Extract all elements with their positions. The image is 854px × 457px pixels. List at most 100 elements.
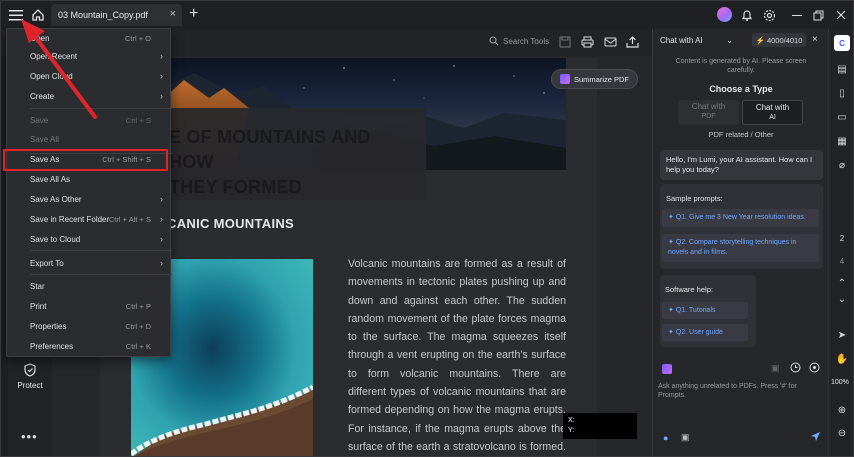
summarize-pdf-label: Summarize PDF [573, 74, 629, 84]
page-current[interactable]: 2 [834, 230, 850, 246]
attach-image-icon[interactable]: ▣ [681, 432, 690, 443]
search-icon [489, 36, 499, 46]
menu-item-save-in-recent-folder[interactable]: Save in Recent Folder Ctrl + Alt + S › [7, 210, 172, 228]
mail-icon[interactable] [604, 36, 617, 50]
coord-y: Y: [568, 427, 575, 434]
sample-prompt-1-label: Q1. Give me 3 New Year resolution ideas. [675, 214, 806, 221]
menu-item-label: Create [30, 91, 55, 101]
token-count: 4000/4010 [766, 35, 803, 45]
zoom-in-icon[interactable]: ⊕ [834, 402, 850, 418]
menu-item-label: Save All As [30, 174, 71, 184]
menu-item-save-to-cloud[interactable]: Save to Cloud › [7, 230, 172, 248]
menu-item-save[interactable]: Save Ctrl + S [7, 111, 172, 129]
avatar[interactable] [717, 7, 732, 22]
chat-input[interactable]: Ask anything unrelated to PDFs. Press '#… [658, 382, 818, 400]
token-counter: ⚡ 4000/4010 [752, 33, 806, 47]
menu-item-save-all-as[interactable]: Save All As [7, 170, 172, 188]
gear-icon[interactable] [761, 7, 777, 23]
chevron-right-icon: › [160, 194, 163, 204]
close-window-icon[interactable] [833, 7, 849, 23]
menu-item-export-to[interactable]: Export To › [7, 254, 172, 272]
tab-title: 03 Mountain_Copy.pdf [58, 10, 148, 20]
chevron-down-icon[interactable]: ⌄ [834, 291, 850, 307]
send-icon[interactable] [810, 431, 821, 444]
share-icon[interactable] [626, 35, 639, 50]
mode-select-value: Chat with AI [660, 36, 703, 45]
new-tab-button[interactable]: + [189, 5, 198, 23]
tab-close-icon[interactable]: × [170, 8, 176, 20]
help-tutorials[interactable]: ✦ Q1. Tutorials [662, 302, 748, 319]
restore-icon[interactable] [810, 7, 826, 23]
menu-item-preferences[interactable]: Preferences Ctrl + K [7, 337, 172, 355]
body-paragraph: Volcanic mountains are formed as a resul… [348, 258, 566, 453]
layout-icon[interactable]: ▤ [834, 61, 850, 77]
document-tab[interactable]: 03 Mountain_Copy.pdf × [51, 4, 182, 26]
ai-assistant-icon[interactable]: C [834, 35, 850, 51]
menu-item-label: Properties [30, 321, 67, 331]
bell-icon[interactable] [739, 7, 755, 23]
chevron-down-icon: ⌄ [726, 36, 733, 45]
menu-item-save-all[interactable]: Save All [7, 130, 172, 148]
menu-separator [30, 108, 172, 109]
minimize-icon[interactable] [789, 7, 805, 23]
menu-item-label: Open Cloud [30, 71, 73, 81]
attachment-icon[interactable]: ⌀ [834, 157, 850, 173]
protect-tool[interactable]: Protect [8, 363, 52, 390]
type-option-chat-ai[interactable]: Chat with AI [742, 100, 803, 125]
sparkle-icon: ✦ [668, 214, 676, 221]
menu-item-shortcut: Ctrl + Alt + S [108, 214, 151, 224]
close-panel-icon[interactable]: × [812, 34, 818, 45]
menu-item-star[interactable]: Star [7, 277, 172, 295]
settings-small-icon[interactable] [809, 362, 820, 375]
hand-icon[interactable]: ✋ [834, 351, 850, 367]
hamburger-menu-icon[interactable] [5, 4, 27, 26]
sparkle-icon: ✦ [668, 239, 676, 246]
help-user-guide[interactable]: ✦ Q2. User guide [662, 324, 748, 341]
print-icon[interactable] [581, 36, 594, 50]
sample-prompt-2[interactable]: ✦ Q2. Compare storytelling techniques in… [662, 234, 819, 262]
more-icon[interactable]: ••• [21, 429, 38, 444]
menu-item-save-as-other[interactable]: Save As Other › [7, 190, 172, 208]
history-icon[interactable] [790, 362, 801, 375]
search-tools[interactable]: Search Tools [489, 36, 549, 46]
lightbulb-icon[interactable]: ● [663, 433, 668, 443]
protect-label: Protect [17, 381, 43, 390]
type-option-chat-pdf[interactable]: Chat with PDF [678, 100, 739, 125]
document-heading: E OF MOUNTAINS AND HOW THEY FORMED [169, 125, 419, 200]
menu-separator [30, 274, 172, 275]
zoom-out-icon[interactable]: ⊖ [834, 425, 850, 441]
image-icon[interactable]: ▣ [771, 363, 780, 374]
chevron-up-icon[interactable]: ⌃ [834, 275, 850, 291]
menu-item-print[interactable]: Print Ctrl + P [7, 297, 172, 315]
ai-disclaimer: Content is generated by AI. Please scree… [675, 58, 807, 74]
menu-item-label: Star [30, 281, 45, 291]
zoom-level[interactable]: 100% [831, 379, 849, 386]
comment-icon[interactable]: ▭ [834, 109, 850, 125]
summarize-pdf-button[interactable]: Summarize PDF [551, 69, 638, 89]
sample-prompt-1[interactable]: ✦ Q1. Give me 3 New Year resolution idea… [662, 209, 819, 227]
menu-item-open-recent[interactable]: Open Recent › [7, 47, 172, 65]
menu-item-open[interactable]: Open Ctrl + O [7, 29, 172, 47]
bookmark-icon[interactable]: ▯ [834, 85, 850, 101]
page-next[interactable]: 4 [834, 253, 850, 269]
menu-separator [30, 250, 172, 251]
menu-item-create[interactable]: Create › [7, 87, 172, 105]
save-as-highlight-box [3, 149, 168, 171]
menu-item-shortcut: Ctrl + K [125, 341, 151, 351]
home-icon[interactable] [27, 4, 49, 26]
menu-item-label: Export To [30, 258, 64, 268]
menu-item-label: Save in Recent Folder [30, 214, 110, 224]
search-tools-label: Search Tools [503, 36, 550, 46]
option-chat-pdf-line2: PDF [701, 113, 716, 120]
save-icon[interactable] [559, 36, 571, 50]
menu-item-properties[interactable]: Properties Ctrl + D [7, 317, 172, 335]
cursor-coordinates: X: Y: [563, 413, 637, 439]
heading-line-2: THEY FORMED [169, 177, 302, 197]
chevron-right-icon: › [160, 71, 163, 81]
menu-item-open-cloud[interactable]: Open Cloud › [7, 67, 172, 85]
mode-select[interactable]: Chat with AI ⌄ [660, 33, 733, 48]
shield-icon [24, 363, 36, 377]
menu-item-label: Save [30, 115, 49, 125]
grid-icon[interactable]: ▦ [834, 133, 850, 149]
cursor-icon[interactable]: ➤ [834, 327, 850, 343]
